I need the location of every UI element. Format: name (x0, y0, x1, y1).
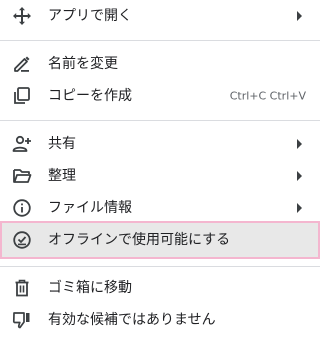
folder-open-icon (12, 166, 32, 186)
menu-item-make-copy[interactable]: コピーを作成 Ctrl+C Ctrl+V (0, 80, 320, 112)
menu-item-available-offline[interactable]: オフラインで使用可能にする (0, 221, 320, 259)
menu-item-label: アプリで開く (48, 8, 132, 24)
menu-item-label: 名前を変更 (48, 56, 118, 72)
menu-item-label: ゴミ箱に移動 (48, 280, 132, 296)
menu-item-label: ファイル情報 (48, 200, 132, 216)
chevron-right-icon (297, 139, 302, 149)
menu-item-label: 有効な候補ではありません (48, 312, 216, 328)
thumb-down-icon (12, 310, 32, 330)
pencil-icon (12, 54, 32, 74)
trash-icon (12, 278, 32, 298)
menu-item-share[interactable]: 共有 (0, 128, 320, 160)
divider (0, 266, 320, 267)
menu-item-label: 共有 (48, 136, 76, 152)
divider (0, 40, 320, 41)
context-menu: アプリで開く 名前を変更 コピーを作成 Ctrl+C Ctrl+V 共有 整理 … (0, 0, 320, 344)
person-add-icon (12, 134, 32, 154)
offline-check-icon (12, 230, 32, 250)
menu-item-move-to-trash[interactable]: ゴミ箱に移動 (0, 272, 320, 304)
menu-item-label: コピーを作成 (48, 88, 132, 104)
divider (0, 120, 320, 121)
info-icon (12, 198, 32, 218)
chevron-right-icon (297, 11, 302, 21)
menu-item-open-with[interactable]: アプリで開く (0, 0, 320, 32)
menu-item-file-info[interactable]: ファイル情報 (0, 192, 320, 224)
copy-icon (12, 86, 32, 106)
menu-item-rename[interactable]: 名前を変更 (0, 48, 320, 80)
keyboard-shortcut: Ctrl+C Ctrl+V (229, 89, 306, 103)
menu-item-label: 整理 (48, 168, 76, 184)
menu-item-organize[interactable]: 整理 (0, 160, 320, 192)
menu-item-label: オフラインで使用可能にする (48, 232, 231, 248)
move-arrows-icon (12, 6, 32, 26)
menu-item-not-helpful[interactable]: 有効な候補ではありません (0, 304, 320, 336)
chevron-right-icon (297, 171, 302, 181)
chevron-right-icon (297, 203, 302, 213)
